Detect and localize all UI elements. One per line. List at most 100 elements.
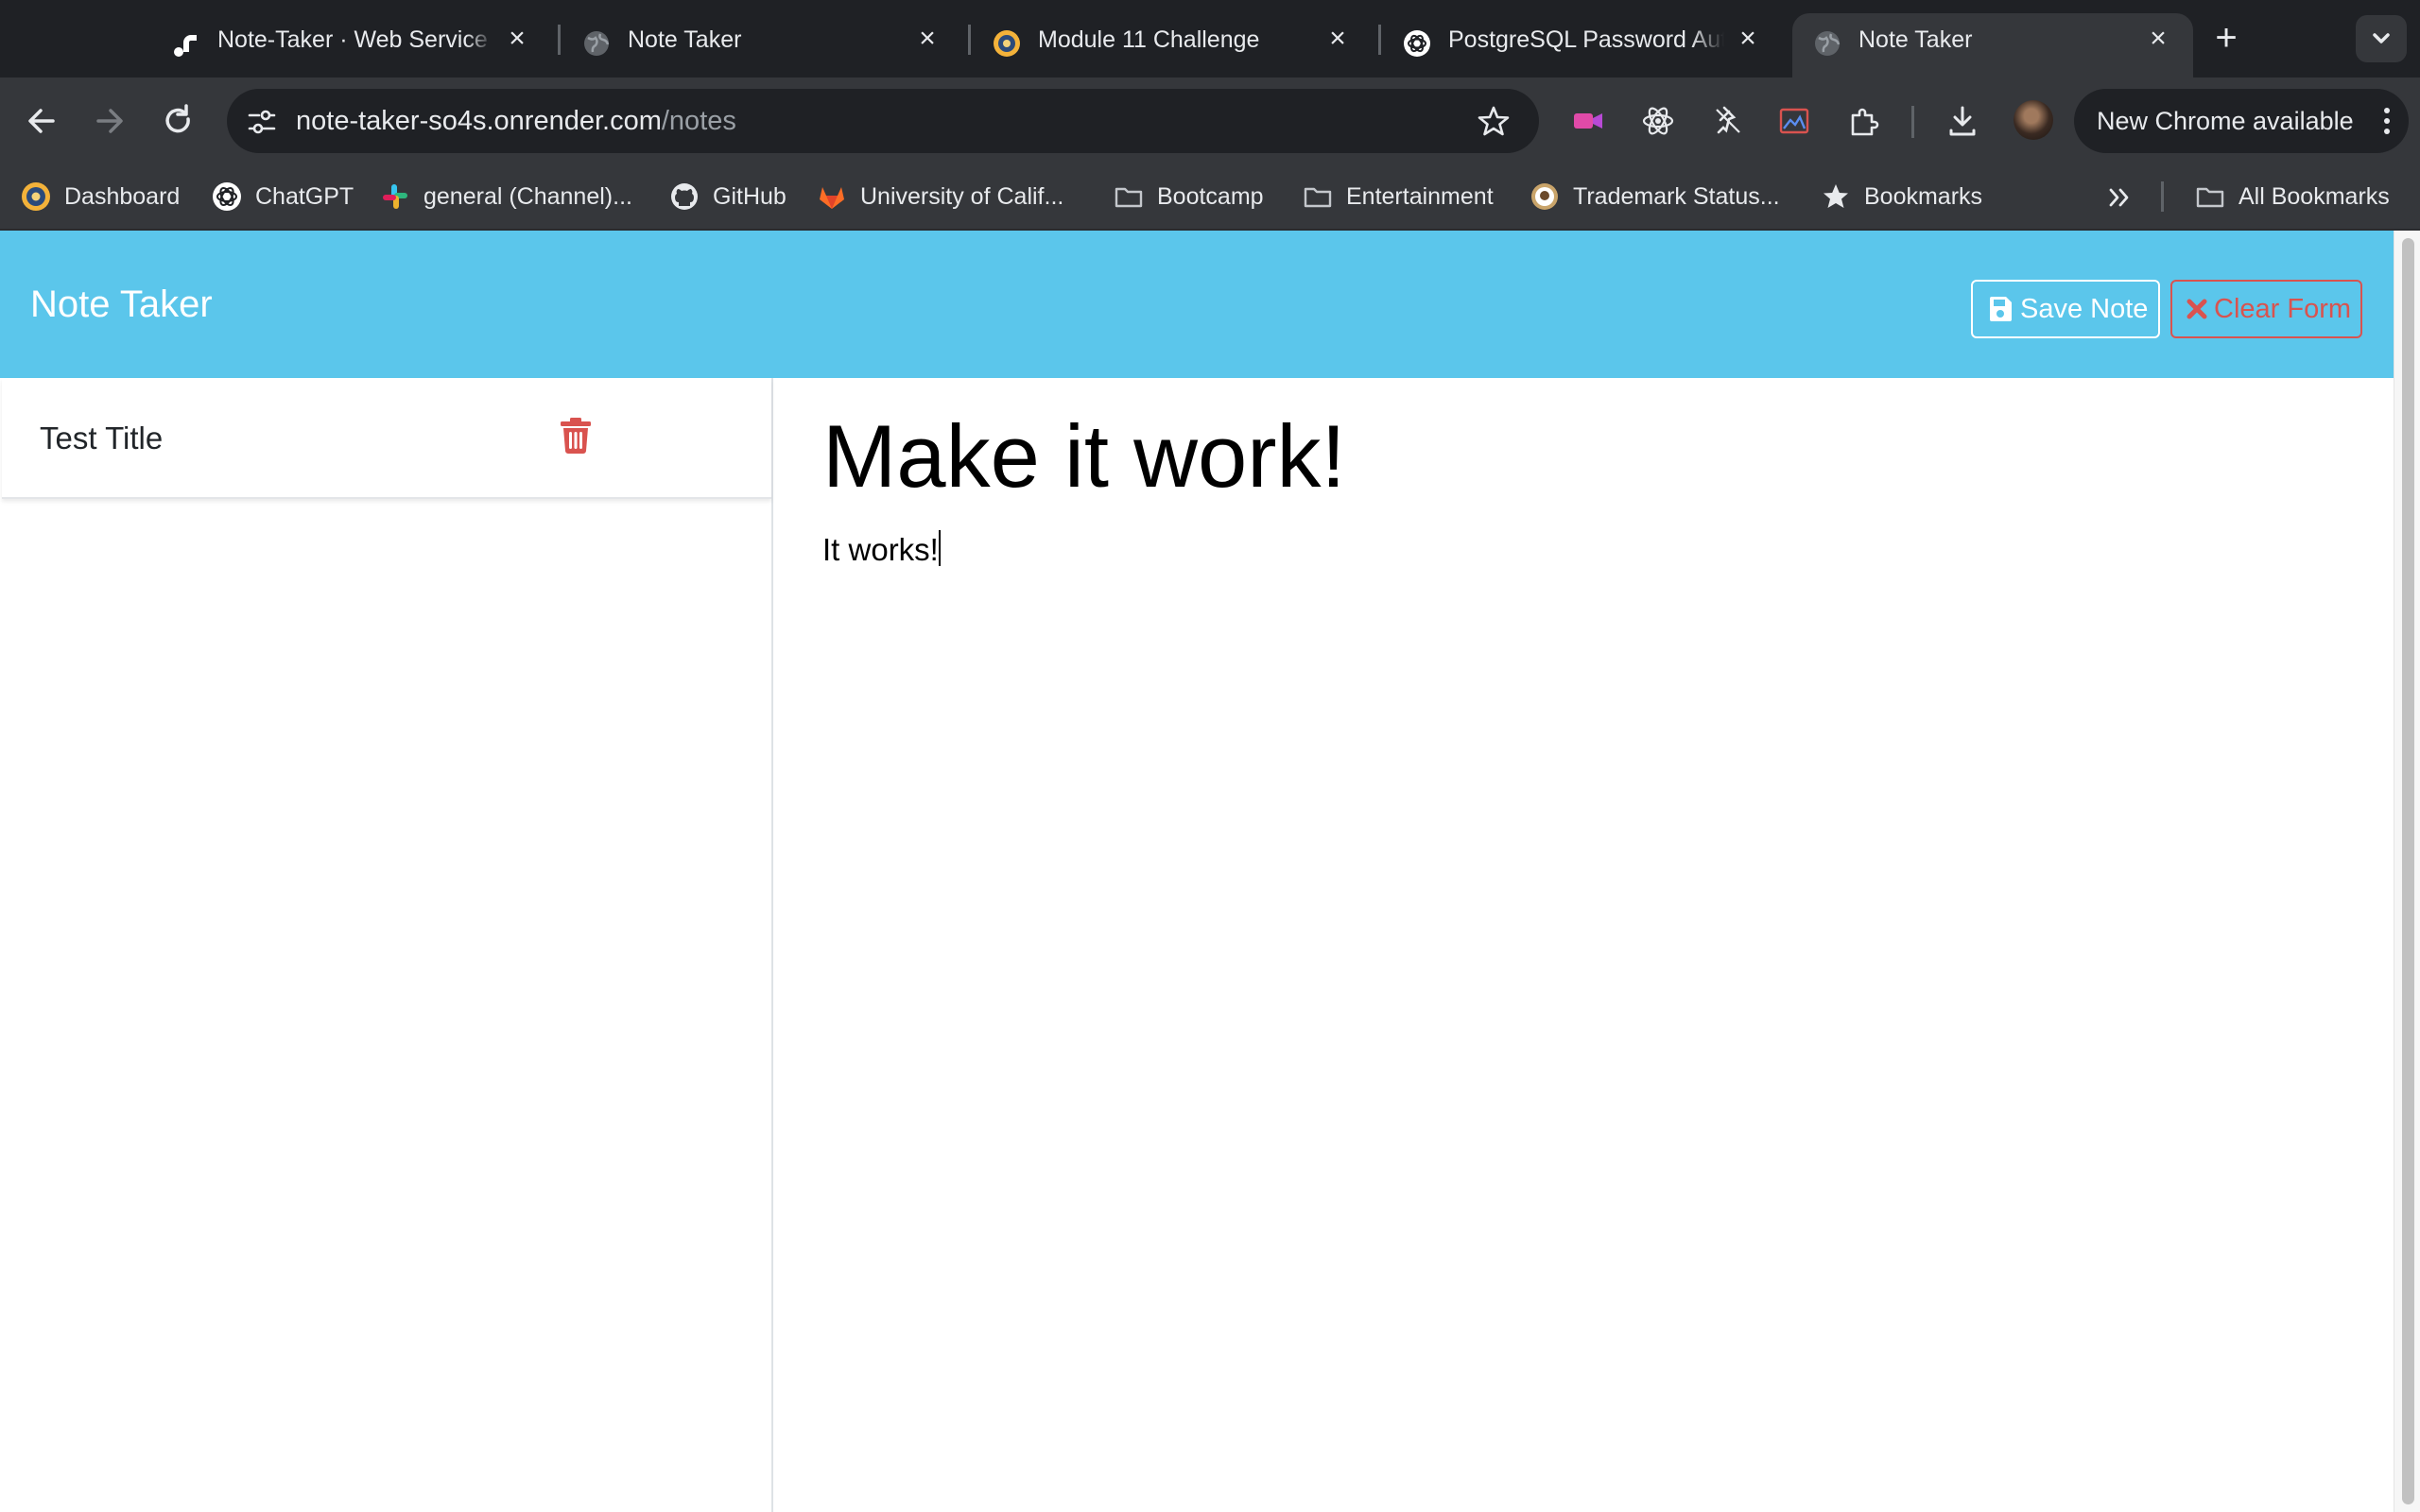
close-tab-icon[interactable]: ×: [913, 25, 942, 53]
tab-separator: [1378, 25, 1381, 55]
bookmarks-separator: [2161, 181, 2164, 212]
gitlab-logo-icon: [820, 187, 844, 209]
bookmarks-bar: Dashboard ChatGPT general (Channel)... G…: [0, 164, 2420, 231]
app-brand[interactable]: Note Taker: [30, 231, 213, 378]
close-tab-icon[interactable]: ×: [2144, 25, 2172, 53]
globe-icon: [584, 31, 610, 56]
bookmark-label: general (Channel)...: [424, 182, 632, 210]
new-tab-button[interactable]: +: [2204, 17, 2248, 60]
forward-arrow-icon[interactable]: [85, 96, 134, 146]
browser-toolbar: note-taker-so4s.onrender.com/notes New C…: [0, 77, 2420, 164]
tab-title: Note-Taker · Web Service | Render: [217, 26, 493, 53]
bookmark-label: Trademark Status...: [1573, 182, 1780, 210]
folder-icon: [1115, 187, 1143, 208]
profile-avatar[interactable]: [2014, 100, 2053, 140]
bookmark-bookmarks[interactable]: Bookmarks: [1821, 178, 1982, 215]
chevron-down-icon: [2373, 33, 2390, 43]
update-chrome-label: New Chrome available: [2097, 107, 2354, 135]
bookmark-label: Entertainment: [1346, 182, 1494, 210]
close-tab-icon[interactable]: ×: [1734, 25, 1762, 53]
bookmark-university[interactable]: University of Calif...: [817, 178, 1063, 215]
trademark-seal-icon: [1531, 183, 1558, 210]
screen-recorder-extension-icon[interactable]: [1569, 102, 1607, 140]
toolbar-separator: [1911, 106, 1914, 138]
render-logo-icon: [174, 35, 197, 57]
page-viewport: Note Taker Save Note Clear Form Test Tit…: [0, 231, 2394, 1512]
trash-icon[interactable]: [560, 418, 592, 454]
browser-tab-module-11[interactable]: Module 11 Challenge ×: [972, 13, 1373, 77]
browser-tab-note-taker-active[interactable]: Note Taker ×: [1792, 13, 2193, 77]
page-scrollbar[interactable]: [2394, 231, 2420, 1512]
bootcamp-logo-icon: [22, 182, 50, 211]
all-bookmarks-label: All Bookmarks: [2238, 182, 2390, 210]
tab-title: Module 11 Challenge: [1038, 26, 1260, 53]
bookmark-label: GitHub: [713, 182, 786, 210]
bookmark-slack-general[interactable]: general (Channel)...: [380, 178, 632, 215]
app-navbar: Note Taker Save Note Clear Form: [0, 231, 2394, 378]
note-title-input[interactable]: Make it work!: [822, 404, 2335, 508]
save-note-button[interactable]: Save Note: [1971, 280, 2160, 338]
tab-title: Note Taker: [628, 26, 742, 53]
bookmark-label: ChatGPT: [255, 182, 354, 210]
more-menu-icon[interactable]: [2382, 106, 2392, 136]
bookmark-folder-entertainment[interactable]: Entertainment: [1303, 178, 1494, 215]
site-settings-icon[interactable]: [246, 106, 278, 138]
github-logo-icon: [671, 183, 698, 210]
text-caret: [938, 530, 941, 566]
url-path: /notes: [661, 106, 736, 136]
scrollbar-thumb[interactable]: [2402, 238, 2414, 1504]
browser-tab-note-taker[interactable]: Note Taker ×: [562, 13, 962, 77]
note-text-content: It works!: [822, 532, 939, 567]
save-icon: [1990, 297, 2012, 321]
bookmark-chatgpt[interactable]: ChatGPT: [212, 178, 354, 215]
clear-form-label: Clear Form: [2214, 294, 2352, 324]
chatgpt-logo-icon: [1404, 30, 1430, 57]
address-bar[interactable]: note-taker-so4s.onrender.com/notes: [227, 89, 1539, 153]
note-list-title[interactable]: Test Title: [40, 378, 163, 499]
url-host: note-taker-so4s.onrender.com: [296, 106, 662, 136]
bookmark-label: Bootcamp: [1157, 182, 1264, 210]
bookmark-trademark[interactable]: Trademark Status...: [1530, 178, 1780, 215]
clear-form-button[interactable]: Clear Form: [2170, 280, 2362, 338]
star-icon: [1824, 184, 1848, 208]
list-item[interactable]: Test Title: [2, 378, 771, 499]
all-bookmarks-folder[interactable]: All Bookmarks: [2195, 178, 2390, 215]
note-editor: Make it work! It works!: [775, 378, 2394, 1512]
tab-title: PostgreSQL Password Authentication: [1448, 26, 1724, 53]
folder-icon: [2196, 187, 2224, 208]
folder-icon: [1304, 187, 1332, 208]
note-textarea[interactable]: It works!: [822, 522, 2335, 578]
browser-tab-strip: Note-Taker · Web Service | Render × Note…: [0, 0, 2420, 77]
update-chrome-button[interactable]: New Chrome available: [2074, 89, 2409, 153]
extensions-puzzle-icon[interactable]: [1845, 102, 1883, 140]
bookmark-label: Bookmarks: [1864, 182, 1983, 210]
tab-search-button[interactable]: [2356, 15, 2407, 62]
bookmark-star-icon[interactable]: [1477, 104, 1511, 138]
bookmark-folder-bootcamp[interactable]: Bootcamp: [1114, 178, 1264, 215]
url-text[interactable]: note-taker-so4s.onrender.com/notes: [296, 89, 736, 153]
back-arrow-icon[interactable]: [17, 96, 66, 146]
close-icon: [2187, 299, 2207, 319]
react-devtools-extension-icon[interactable]: [1639, 102, 1677, 140]
picture-extension-icon[interactable]: [1775, 102, 1813, 140]
close-tab-icon[interactable]: ×: [503, 25, 531, 53]
more-bookmarks-chevron-icon[interactable]: [2104, 181, 2136, 214]
bookmark-label: University of Calif...: [860, 182, 1064, 210]
bookmark-github[interactable]: GitHub: [669, 178, 786, 215]
globe-icon: [1815, 31, 1841, 56]
tab-separator: [968, 25, 971, 55]
browser-tab-postgresql[interactable]: PostgreSQL Password Authentication ×: [1382, 13, 1783, 77]
bookmark-dashboard[interactable]: Dashboard: [21, 178, 180, 215]
chatgpt-logo-icon: [213, 182, 241, 211]
save-note-label: Save Note: [2020, 294, 2149, 324]
bookmark-label: Dashboard: [64, 182, 181, 210]
bootcamp-logo-icon: [994, 30, 1020, 57]
close-tab-icon[interactable]: ×: [1323, 25, 1352, 53]
tab-separator: [558, 25, 561, 55]
notes-list: Test Title: [0, 378, 773, 1512]
pin-extension-icon[interactable]: [1709, 102, 1747, 140]
download-icon[interactable]: [1944, 102, 1981, 140]
browser-tab-render[interactable]: Note-Taker · Web Service | Render ×: [151, 13, 552, 77]
reload-icon[interactable]: [153, 96, 202, 146]
tab-title: Note Taker: [1858, 26, 1973, 53]
